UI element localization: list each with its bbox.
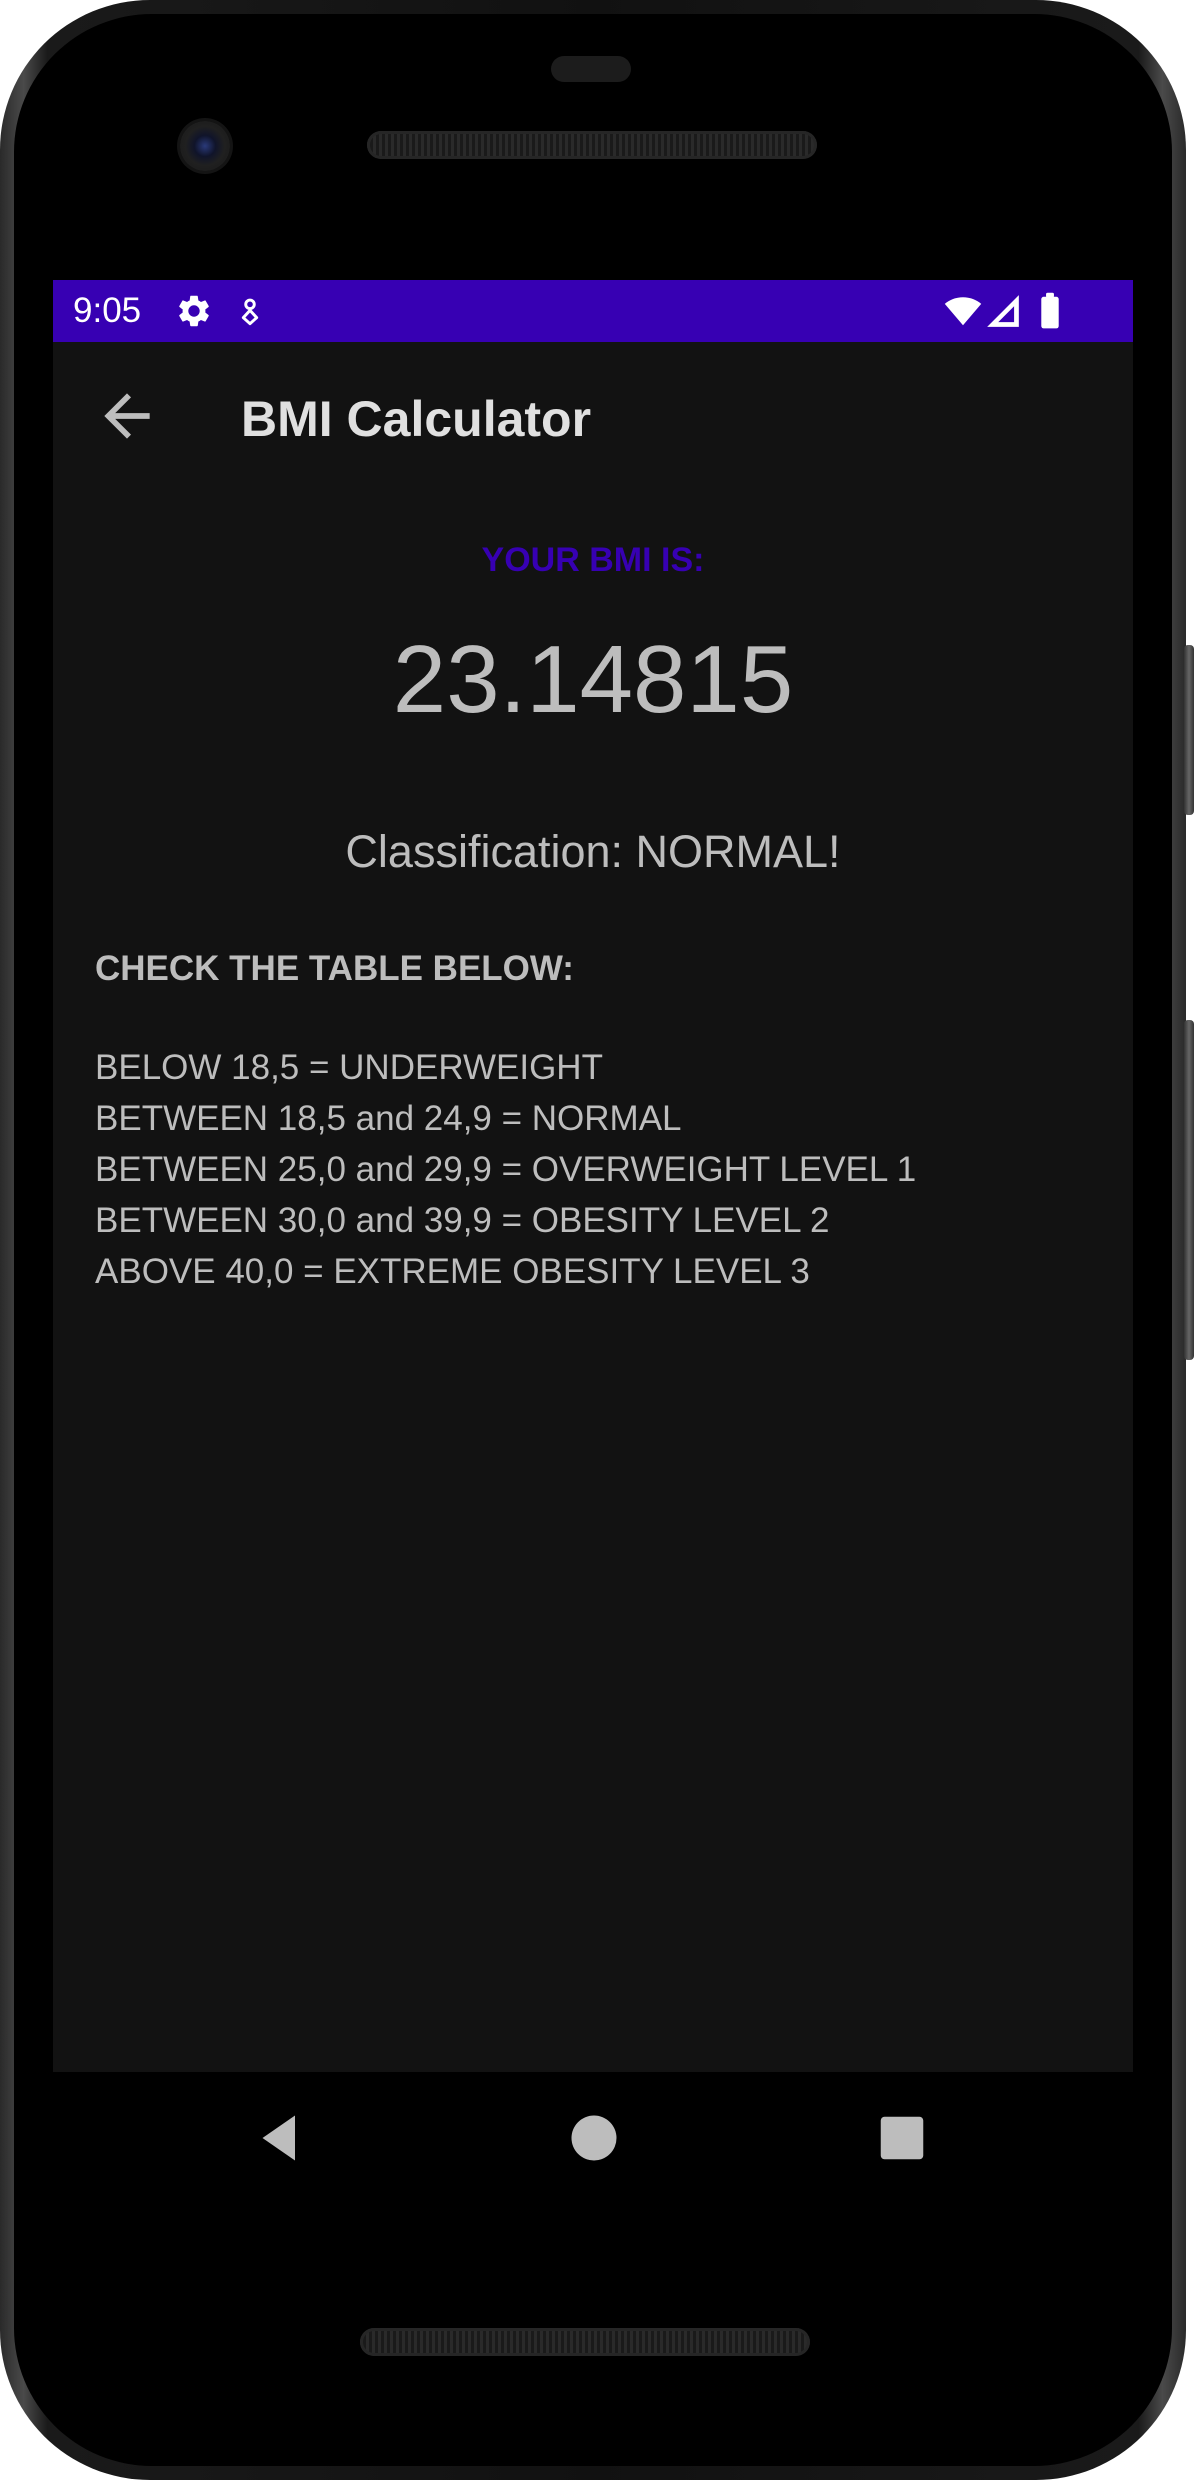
earpiece — [551, 56, 631, 82]
navigation-bar — [53, 2072, 1133, 2202]
battery-icon — [1041, 292, 1059, 329]
app-title: BMI Calculator — [241, 391, 592, 447]
table-line: BETWEEN 18,5 and 24,9 = NORMAL — [95, 1099, 682, 1138]
arrow-back-icon[interactable] — [93, 382, 161, 450]
table-line: BETWEEN 25,0 and 29,9 = OVERWEIGHT LEVEL… — [95, 1150, 917, 1189]
gear-icon — [179, 295, 209, 327]
nav-home-icon[interactable] — [564, 2108, 624, 2168]
status-time: 9:05 — [73, 291, 142, 330]
table-line: BELOW 18,5 = UNDERWEIGHT — [95, 1048, 603, 1087]
app-bar: BMI Calculator — [53, 342, 1133, 490]
table-line: ABOVE 40,0 = EXTREME OBESITY LEVEL 3 — [95, 1252, 810, 1291]
table-heading: CHECK THE TABLE BELOW: — [95, 949, 574, 988]
location-pin-icon — [241, 298, 259, 326]
front-camera — [180, 121, 230, 171]
top-speaker-grille — [367, 131, 817, 159]
status-bar: 9:05 — [53, 280, 1133, 342]
app-screen: 9:05 BMI Calculator YOUR BMI IS: 23.1481… — [53, 280, 1133, 2072]
bmi-result-label: YOUR BMI IS: — [481, 541, 705, 579]
wifi-icon — [944, 297, 982, 326]
nav-back-icon[interactable] — [250, 2108, 310, 2168]
bmi-reference-table: BELOW 18,5 = UNDERWEIGHT BETWEEN 18,5 an… — [95, 1042, 916, 1297]
power-button — [1184, 645, 1194, 815]
table-line: BETWEEN 30,0 and 39,9 = OBESITY LEVEL 2 — [95, 1201, 830, 1240]
bmi-classification: Classification: NORMAL! — [345, 826, 841, 877]
nav-recents-icon[interactable] — [872, 2108, 932, 2168]
bmi-value: 23.14815 — [392, 626, 794, 733]
volume-button — [1184, 1020, 1194, 1360]
bottom-speaker-grille — [360, 2328, 810, 2356]
phone-device: 9:05 BMI Calculator YOUR BMI IS: 23.1481… — [0, 0, 1194, 2480]
signal-icon — [987, 295, 1019, 327]
